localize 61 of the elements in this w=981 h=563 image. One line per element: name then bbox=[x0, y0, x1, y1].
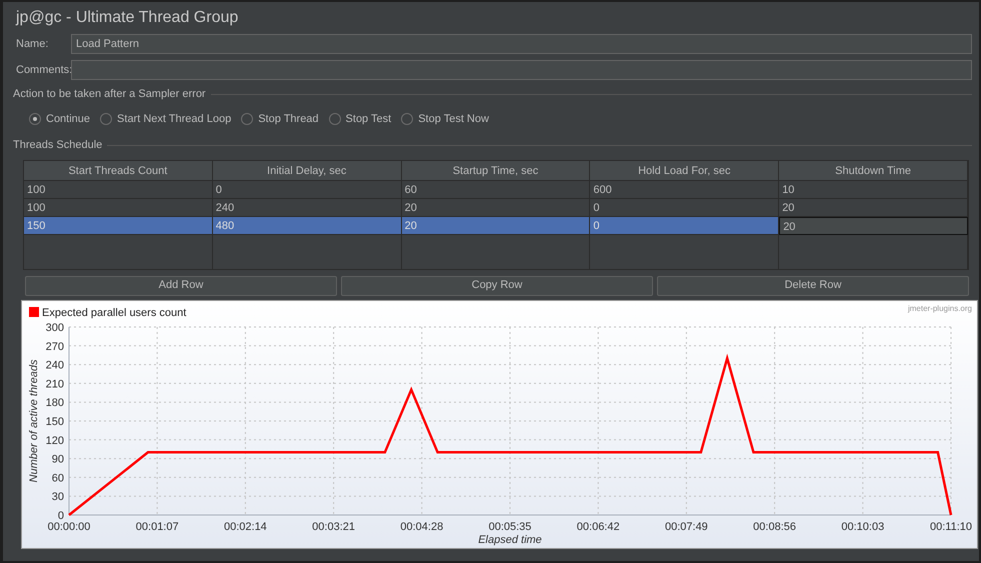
table-cell: 20 bbox=[402, 216, 590, 234]
x-tick-label: 00:04:28 bbox=[400, 520, 444, 532]
table-button[interactable]: Delete Row bbox=[657, 276, 969, 296]
column-header: Hold Load For, sec bbox=[590, 160, 780, 180]
radio-label: Continue bbox=[46, 112, 90, 126]
group-title: Threads Schedule bbox=[13, 138, 102, 153]
y-tick-label: 210 bbox=[46, 378, 64, 390]
y-tick-label: 60 bbox=[52, 472, 64, 484]
table-cell: 150 bbox=[24, 216, 213, 234]
y-tick-label: 240 bbox=[46, 359, 64, 372]
x-tick-label: 00:08:56 bbox=[753, 520, 796, 532]
x-tick-label: 00:00:00 bbox=[48, 520, 90, 532]
y-tick-label: 300 bbox=[46, 322, 64, 334]
y-tick-label: 0 bbox=[58, 510, 64, 522]
y-tick-label: 150 bbox=[46, 416, 64, 428]
table-cell: 100 bbox=[24, 180, 213, 198]
table-cell: 0 bbox=[590, 216, 780, 234]
table-cell: 60 bbox=[402, 180, 590, 198]
window-title: jp@gc - Ultimate Thread Group bbox=[16, 8, 240, 28]
x-tick-label: 00:06:42 bbox=[576, 520, 620, 532]
y-tick-label: 120 bbox=[46, 434, 64, 446]
group-title: Action to be taken after a Sampler error bbox=[13, 87, 206, 102]
radio-label: Stop Test bbox=[346, 112, 392, 126]
legend-label: Expected parallel users count bbox=[42, 306, 186, 318]
radio-label: Stop Thread bbox=[258, 112, 319, 126]
chart-credit: jmeter-plugins.org bbox=[908, 304, 972, 312]
column-header: Shutdown Time bbox=[779, 160, 968, 180]
field-label: Comments: bbox=[15, 62, 71, 78]
cell-editor[interactable]: 20 bbox=[779, 216, 968, 234]
table-cell: 10 bbox=[779, 180, 968, 198]
radio-label: Stop Test Now bbox=[418, 112, 489, 126]
table-button[interactable]: Add Row bbox=[25, 276, 337, 296]
column-header: Startup Time, sec bbox=[402, 160, 590, 180]
table-cell: 600 bbox=[590, 180, 780, 198]
radio-button[interactable] bbox=[29, 112, 41, 125]
name-field[interactable]: Load Pattern bbox=[71, 34, 972, 54]
table-cell: 0 bbox=[212, 180, 402, 198]
y-tick-label: 30 bbox=[52, 490, 64, 503]
radio-button[interactable] bbox=[241, 112, 254, 125]
radio-button[interactable] bbox=[100, 112, 112, 125]
y-tick-label: 270 bbox=[46, 340, 64, 352]
x-axis-title: Elapsed time bbox=[478, 534, 542, 546]
x-tick-label: 00:11:10 bbox=[930, 520, 972, 532]
table-button[interactable]: Copy Row bbox=[341, 276, 653, 296]
radio-label: Start Next Thread Loop bbox=[117, 112, 232, 126]
y-tick-label: 90 bbox=[52, 453, 64, 466]
field-label: Name: bbox=[15, 36, 50, 52]
x-tick-label: 00:05:35 bbox=[488, 520, 532, 532]
x-tick-label: 00:03:21 bbox=[312, 520, 356, 532]
column-header: Start Threads Count bbox=[24, 160, 213, 180]
y-axis-title: Number of active threads bbox=[28, 359, 40, 482]
x-tick-label: 00:02:14 bbox=[224, 520, 267, 532]
radio-button[interactable] bbox=[328, 112, 341, 125]
comments-field[interactable] bbox=[71, 60, 972, 80]
y-tick-label: 180 bbox=[46, 396, 64, 409]
x-tick-label: 00:01:07 bbox=[136, 520, 179, 532]
x-tick-label: 00:10:03 bbox=[841, 520, 884, 532]
x-tick-label: 00:07:49 bbox=[664, 520, 708, 532]
radio-button[interactable] bbox=[401, 112, 414, 125]
table-cell: 480 bbox=[212, 216, 402, 234]
column-header: Initial Delay, sec bbox=[212, 160, 402, 180]
